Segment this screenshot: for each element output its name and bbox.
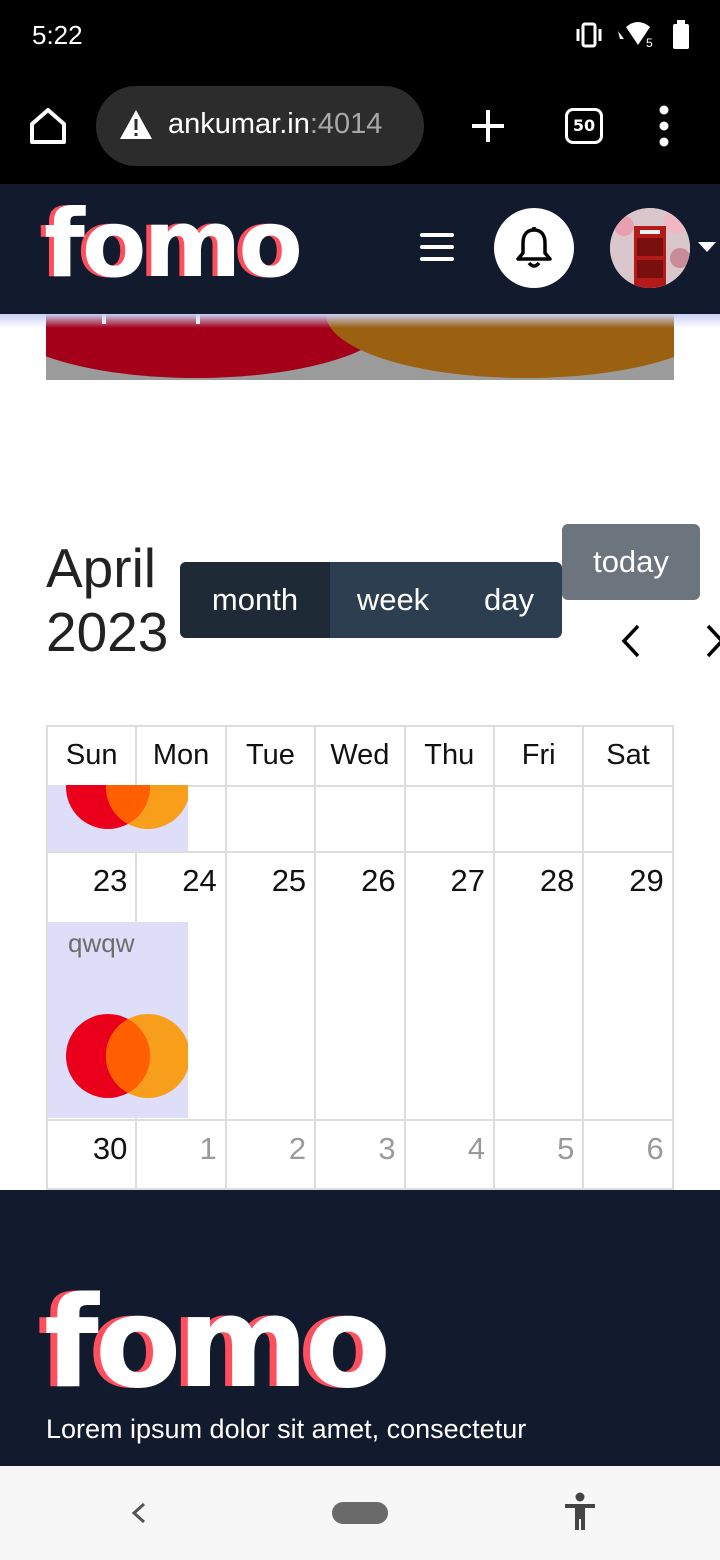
weekday-wed: Wed [316,727,406,787]
week-view-button[interactable]: week [330,562,456,638]
day-cell[interactable]: 27 [405,853,495,1121]
day-number-other-month: 3 [378,1131,396,1166]
day-cell[interactable] [226,785,317,853]
tabs-button[interactable]: 50 [565,108,603,144]
day-view-button[interactable]: day [456,562,562,638]
day-cell[interactable]: 26 [316,853,406,1121]
wifi-icon: 5 [618,22,653,49]
weekday-sun: Sun [48,727,138,787]
home-icon[interactable] [24,102,72,150]
notification-button[interactable] [494,208,574,288]
warning-icon[interactable] [118,108,154,142]
day-number-other-month: 1 [199,1131,217,1166]
day-number: 27 [450,863,485,898]
back-icon[interactable] [128,1498,150,1528]
day-cell[interactable] [316,785,406,853]
calendar-event[interactable]: qwqw [48,922,188,1118]
day-cell[interactable]: 28 [494,853,585,1121]
day-cell[interactable] [405,785,495,853]
day-cell[interactable]: 5 [494,1121,585,1190]
chevron-right-icon[interactable] [700,622,720,660]
browser-toolbar: ankumar.in:4014 50 [0,72,720,184]
accessibility-icon[interactable] [562,1492,598,1532]
day-cell[interactable]: 4 [405,1121,495,1190]
url-port: :4014 [309,108,383,140]
calendar-grid: Sun Mon Tue Wed Thu Fri Sat 23 24 25 26 … [46,725,674,1190]
week-row: 30 1 2 3 4 5 6 [46,1121,674,1190]
day-number-other-month: 2 [288,1131,307,1166]
weekday-mon: Mon [137,727,227,787]
day-number: 29 [629,863,664,898]
bell-icon [516,227,552,268]
system-nav-bar [0,1466,720,1560]
day-cell[interactable]: 3 [316,1121,406,1190]
site-header: fomo fomo [0,184,720,314]
day-cell[interactable]: 30 [48,1121,138,1190]
weekday-fri: Fri [494,727,585,787]
day-number: 24 [182,863,217,898]
day-number-other-month: 6 [646,1131,664,1166]
day-cell[interactable]: 25 [226,853,317,1121]
avatar-photo [610,208,690,288]
chevron-left-icon[interactable] [616,622,646,660]
home-pill[interactable] [332,1502,388,1524]
day-cell[interactable]: 2 [226,1121,317,1190]
status-bar: 5:22 5 [0,0,720,72]
event-title: qwqw [68,928,135,958]
day-cell[interactable] [584,785,674,853]
day-cell[interactable]: 29 [584,853,674,1121]
url-host: ankumar.in [168,108,310,140]
avatar[interactable] [610,208,690,288]
day-number-other-month: 4 [467,1131,485,1166]
day-cell[interactable]: 1 [137,1121,227,1190]
hamburger-icon[interactable] [418,230,456,264]
day-number-other-month: 5 [557,1131,575,1166]
day-number: 23 [92,863,128,898]
month-view-button[interactable]: month [180,562,330,638]
logo[interactable]: fomo fomo [39,190,303,300]
site-footer: fomo fomo Lorem ipsum dolor sit amet, co… [0,1190,720,1466]
weekday-thu: Thu [405,727,495,787]
weekday-tue: Tue [226,727,317,787]
svg-text:5: 5 [646,36,653,49]
weekday-header: Sun Mon Tue Wed Thu Fri Sat [46,725,674,787]
logo-text: fomo [44,190,303,299]
mastercard-logo [66,785,188,829]
footer-logo-text: fomo [44,1269,391,1416]
status-time: 5:22 [32,20,83,50]
day-cell[interactable]: 6 [584,1121,674,1190]
day-number: 30 [92,1131,128,1166]
day-cell[interactable] [494,785,585,853]
more-vert-icon[interactable] [652,102,676,150]
footer-description: Lorem ipsum dolor sit amet, consectetur [46,1414,527,1444]
calendar-title-month: April [46,537,157,599]
status-icons: 5 [574,20,690,50]
weekday-sat: Sat [584,727,674,787]
day-number: 25 [271,863,307,898]
footer-logo[interactable]: fomo fomo [37,1278,391,1408]
mastercard-logo [66,1014,188,1098]
day-number: 26 [361,863,396,898]
day-number: 28 [539,863,575,898]
caret-down-icon[interactable] [698,242,716,252]
plus-icon[interactable] [466,104,510,148]
header-shadow [0,314,720,328]
battery-icon [673,20,689,49]
today-button[interactable]: today [562,524,700,600]
calendar-title-year: 2023 [46,601,169,663]
event-continued[interactable] [48,785,188,851]
url-bar[interactable]: ankumar.in:4014 [96,86,424,166]
vibrate-icon [576,22,602,48]
calendar-title: April 2023 [46,536,168,664]
url-text[interactable]: ankumar.in:4014 [168,108,382,141]
view-switcher: month week day [180,562,562,638]
